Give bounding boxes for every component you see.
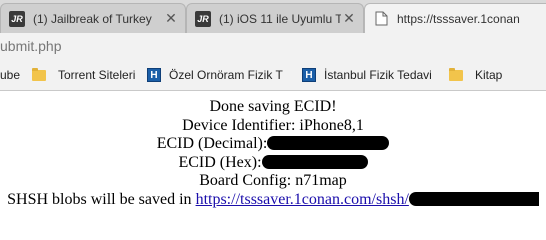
bookmark-torrent-siteleri[interactable]: Torrent Siteleri bbox=[32, 67, 135, 83]
bookmark-label: Torrent Siteleri bbox=[58, 68, 135, 82]
redaction-mark bbox=[262, 155, 368, 169]
tab-title: (1) Jailbreak of Turkey bbox=[33, 12, 163, 26]
bookmark-label: Kitap bbox=[475, 68, 502, 82]
tab-title: https://tsssaver.1conan bbox=[397, 12, 546, 26]
address-bar: ubmit.php bbox=[0, 33, 546, 60]
device-identifier: Device Identifier: iPhone8,1 bbox=[0, 117, 546, 136]
redaction-mark bbox=[409, 192, 539, 206]
ecid-hex-row: ECID (Hex): bbox=[0, 154, 546, 173]
close-icon[interactable]: ✕ bbox=[163, 10, 179, 27]
jr-logo-icon: JR bbox=[195, 11, 211, 27]
shsh-row: SHSH blobs will be saved in https://tsss… bbox=[0, 191, 546, 210]
ecid-decimal-row: ECID (Decimal): bbox=[0, 135, 546, 154]
ecid-decimal-label: ECID (Decimal): bbox=[157, 135, 268, 152]
tab-title: (1) iOS 11 ile Uyumlu T bbox=[219, 12, 341, 26]
page-content: Done saving ECID! Device Identifier: iPh… bbox=[0, 91, 546, 210]
redaction-mark bbox=[267, 136, 389, 150]
shsh-link[interactable]: https://tsssaver.1conan.com/shsh/ bbox=[196, 191, 409, 208]
tab-strip: JR (1) Jailbreak of Turkey ✕ JR (1) iOS … bbox=[0, 0, 546, 33]
bookmark-label: İstanbul Fizik Tedavi bbox=[324, 68, 432, 82]
bookmark-kitap[interactable]: Kitap bbox=[449, 67, 502, 83]
folder-icon bbox=[449, 70, 463, 81]
tab-tsssaver[interactable]: https://tsssaver.1conan bbox=[364, 3, 546, 33]
tab-ios11-uyumlu[interactable]: JR (1) iOS 11 ile Uyumlu T ✕ bbox=[186, 3, 364, 33]
url-text[interactable]: ubmit.php bbox=[0, 38, 61, 54]
done-message: Done saving ECID! bbox=[0, 98, 546, 117]
close-icon[interactable]: ✕ bbox=[341, 10, 357, 27]
shsh-prefix: SHSH blobs will be saved in bbox=[7, 191, 195, 208]
tab-jailbreak-of-turkey[interactable]: JR (1) Jailbreak of Turkey ✕ bbox=[0, 3, 186, 33]
bookmark-label: Özel Ornöram Fizik T bbox=[169, 68, 283, 82]
h-icon: H bbox=[147, 68, 161, 82]
h-icon: H bbox=[302, 68, 316, 82]
jr-logo-icon: JR bbox=[9, 11, 25, 27]
folder-icon bbox=[32, 70, 46, 81]
bookmark-label: ube bbox=[0, 68, 20, 82]
ecid-hex-label: ECID (Hex): bbox=[178, 154, 261, 171]
bookmark-istanbul-fizik[interactable]: H İstanbul Fizik Tedavi bbox=[302, 67, 432, 83]
bookmarks-bar: ube Torrent Siteleri H Özel Ornöram Fizi… bbox=[0, 60, 546, 91]
bookmark-youtube[interactable]: ube bbox=[0, 67, 20, 83]
board-config: Board Config: n71map bbox=[0, 172, 546, 191]
page-icon bbox=[375, 11, 388, 26]
bookmark-ozel-ornoram[interactable]: H Özel Ornöram Fizik T bbox=[147, 67, 283, 83]
